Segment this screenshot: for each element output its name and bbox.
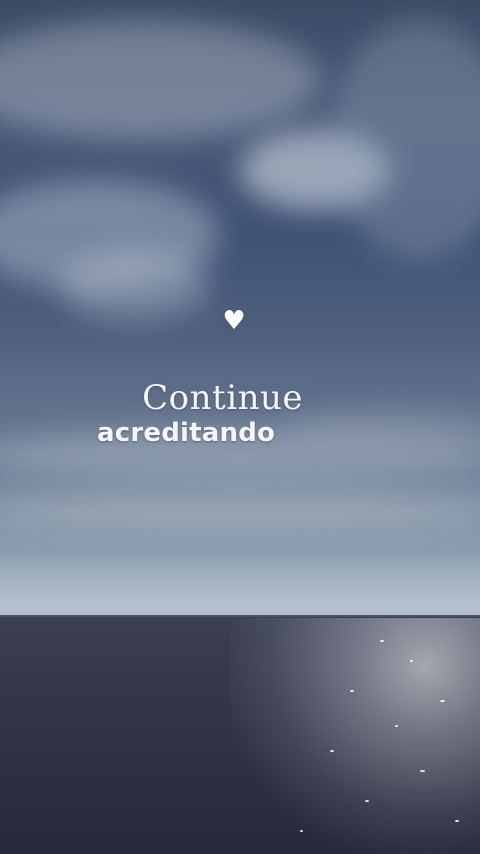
sparkle bbox=[350, 690, 354, 692]
sparkle bbox=[365, 800, 369, 802]
sparkle bbox=[440, 700, 445, 702]
caption-line-2: acreditando bbox=[97, 418, 276, 448]
sparkle bbox=[330, 750, 334, 752]
caption-line-1: Continue bbox=[0, 378, 458, 418]
horizon-line bbox=[0, 615, 480, 617]
sparkle bbox=[455, 820, 459, 822]
cloud bbox=[60, 250, 210, 320]
cloud bbox=[0, 490, 480, 530]
background-photo: ♥ Continue acreditando bbox=[0, 0, 480, 854]
sparkle bbox=[395, 725, 398, 727]
white-heart-icon: ♥ bbox=[222, 306, 246, 336]
sparkle bbox=[300, 830, 303, 832]
sparkle bbox=[420, 770, 425, 772]
sparkle bbox=[410, 660, 413, 662]
sea-glitter bbox=[230, 618, 480, 854]
sparkle bbox=[380, 640, 384, 642]
caption-line-1-text: Continue bbox=[142, 378, 303, 418]
